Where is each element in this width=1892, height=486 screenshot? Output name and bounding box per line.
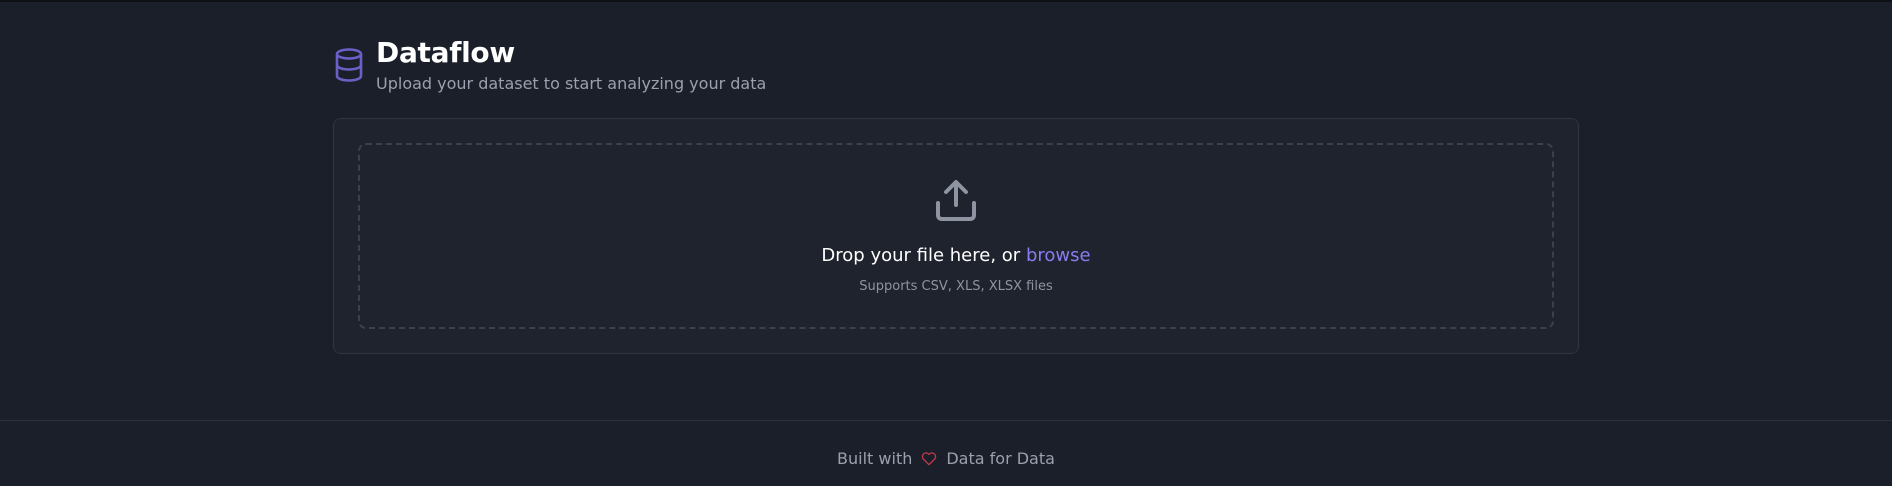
footer: Built with Data for Data: [0, 420, 1892, 486]
file-dropzone[interactable]: Drop your file here, or browse Supports …: [358, 143, 1554, 329]
app-subtitle: Upload your dataset to start analyzing y…: [376, 74, 767, 93]
browse-link[interactable]: browse: [1026, 245, 1091, 266]
drop-text: Drop your file here, or: [821, 245, 1021, 266]
title-block: Dataflow Upload your dataset to start an…: [376, 36, 766, 94]
drop-instructions: Drop your file here, or browse: [821, 245, 1090, 267]
app-title: Dataflow: [376, 36, 515, 69]
main-content: Dataflow Upload your dataset to start an…: [333, 36, 1581, 354]
footer-built-with: Built with: [837, 449, 913, 468]
top-border: [0, 0, 1892, 2]
footer-credits: Built with Data for Data: [837, 449, 1055, 469]
header: Dataflow Upload your dataset to start an…: [333, 36, 1581, 94]
footer-by-text: Data for Data: [946, 449, 1055, 468]
supported-formats: Supports CSV, XLS, XLSX files: [859, 279, 1053, 294]
upload-icon: [936, 180, 976, 221]
upload-card: Drop your file here, or browse Supports …: [333, 118, 1579, 354]
heart-icon: [922, 452, 937, 466]
database-icon: [335, 48, 363, 82]
